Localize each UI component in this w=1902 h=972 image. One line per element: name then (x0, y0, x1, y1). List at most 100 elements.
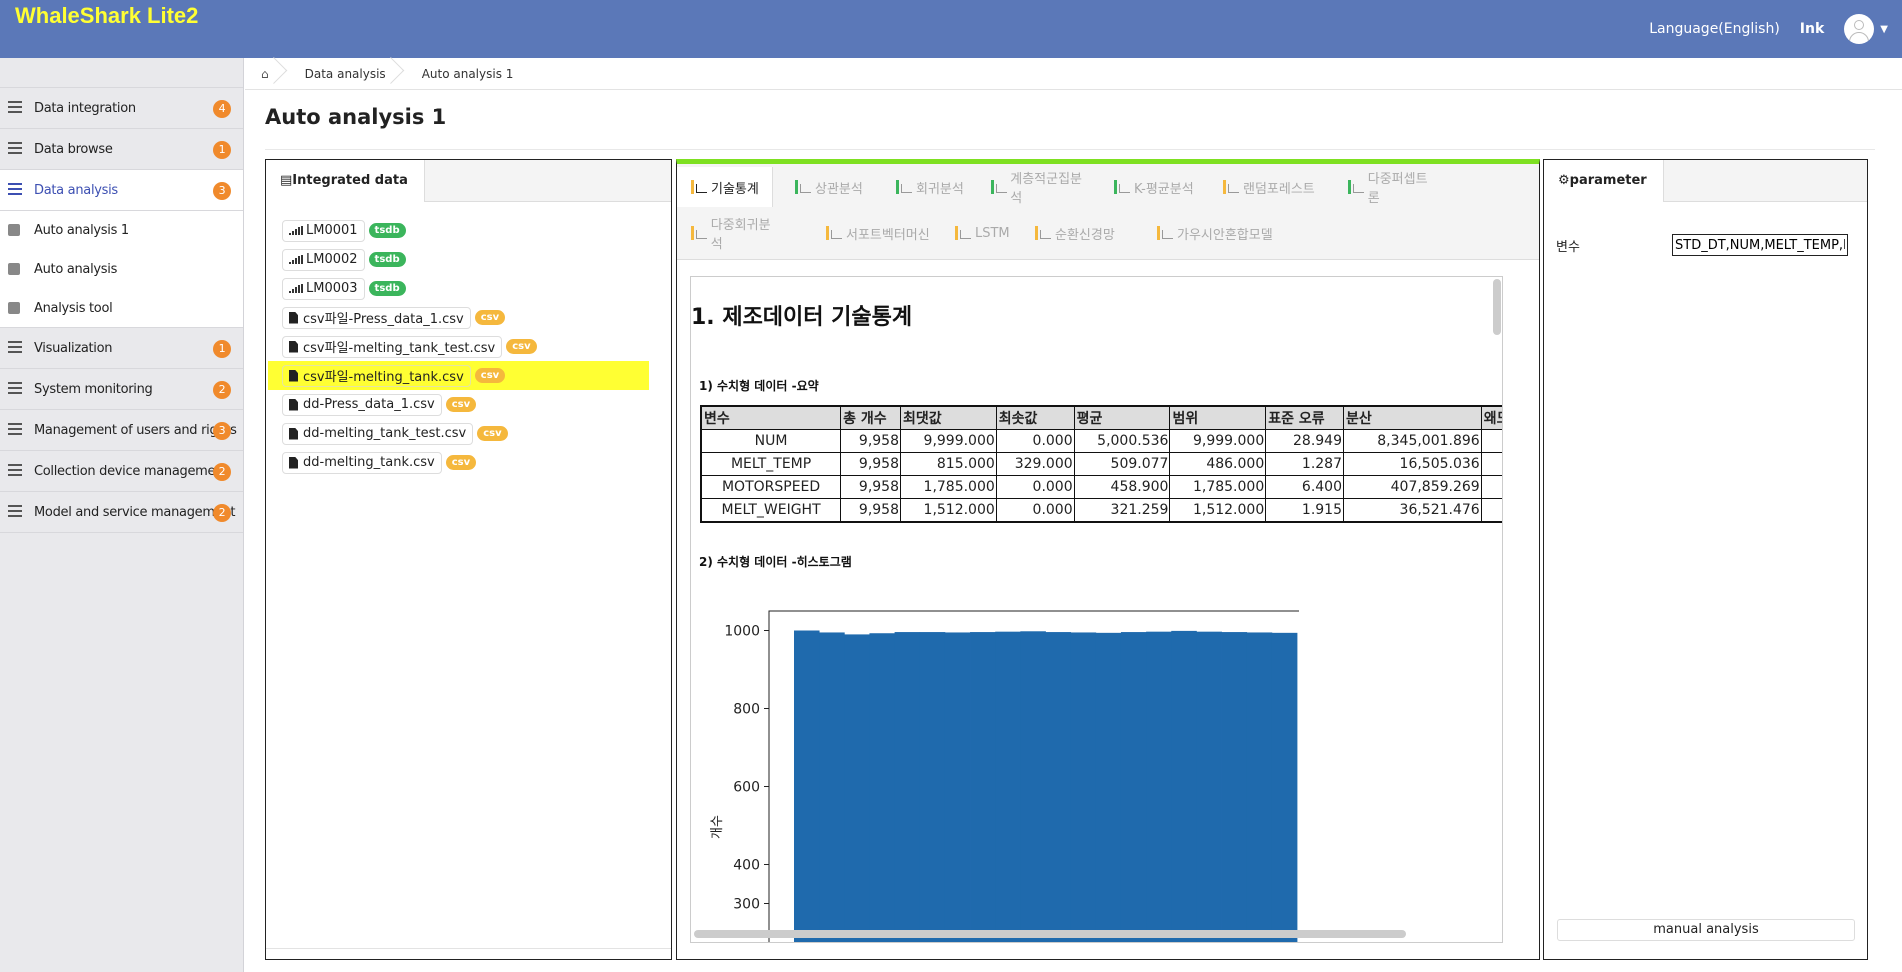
sidebar-item-label: Data integration (34, 100, 136, 116)
file-icon (289, 340, 298, 353)
report-view[interactable]: 1. 제조데이터 기술통계 1) 수치형 데이터 -요약 변수 총 개수 최댓값 최솟… (690, 276, 1503, 943)
sidebar-item-label: Auto analysis 1 (34, 223, 129, 238)
tab-analysis[interactable]: 상관분석 (781, 167, 871, 207)
sidebar-subitem-auto-analysis[interactable]: Auto analysis (0, 250, 243, 289)
histogram-bar (1171, 630, 1197, 942)
histogram-bar (1196, 631, 1222, 942)
y-tick-label: 400 (733, 858, 760, 874)
sidebar-item-visualization[interactable]: Visualization 1 (0, 328, 243, 369)
dataset-item[interactable]: dd-melting_tank_test.csv csv (282, 419, 671, 448)
analysis-panel: 기술통계 상관분석 회귀분석 계층적군집분석 K-평균분석 랜덤포레스트 다중퍼셉트론다중회… (676, 159, 1540, 960)
dataset-name[interactable]: csv파일-melting_tank.csv (282, 364, 471, 387)
sidebar-subitem-analysis-tool[interactable]: Analysis tool (0, 289, 243, 328)
tab-analysis[interactable]: LSTM (941, 213, 1011, 253)
analysis-tabs: 기술통계 상관분석 회귀분석 계층적군집분석 K-평균분석 랜덤포레스트 다중퍼셉트론다중회… (677, 164, 1539, 260)
variable-input[interactable] (1672, 234, 1848, 256)
dataset-item[interactable]: dd-Press_data_1.csv csv (282, 390, 671, 419)
chart-icon (1035, 226, 1051, 240)
sidebar: Data integration 4 Data browse 1 Data an… (0, 58, 244, 972)
page-title: Auto analysis 1 (265, 105, 447, 129)
tab-analysis[interactable]: 계층적군집분석 (977, 167, 1089, 207)
tab-analysis[interactable]: 가우시안혼합모델 (1143, 213, 1283, 253)
dataset-item[interactable]: csv파일-melting_tank_test.csv csv (282, 332, 671, 361)
sidebar-item-system-monitoring[interactable]: System monitoring 2 (0, 369, 243, 410)
chart-icon (826, 226, 842, 240)
table-cell: 1 (1480, 475, 1502, 499)
count-badge: 2 (213, 504, 231, 522)
table-cell: 1,785.000 (900, 475, 997, 499)
histogram-bar (1146, 631, 1172, 942)
home-icon: ⌂ (261, 66, 269, 81)
sidebar-item-label: Visualization (34, 340, 113, 356)
chevron-down-icon[interactable]: ▼ (1880, 24, 1888, 35)
avatar[interactable] (1844, 14, 1875, 44)
dataset-name[interactable]: dd-melting_tank.csv (282, 451, 442, 474)
cube-icon (8, 224, 20, 236)
table-cell: NUM (700, 429, 842, 453)
tab-analysis[interactable]: 회귀분석 (882, 167, 966, 207)
table-cell: 9,958 (840, 452, 901, 476)
table-header: 분산 (1343, 405, 1482, 430)
tab-analysis[interactable]: 랜덤포레스트 (1209, 167, 1321, 207)
sidebar-subitem-auto-analysis-1[interactable]: Auto analysis 1 (0, 211, 243, 250)
language-selector[interactable]: Language(English) (1649, 21, 1780, 37)
user-name[interactable]: Ink (1800, 21, 1825, 37)
table-cell: 815.000 (900, 452, 997, 476)
tab-analysis[interactable]: K-평균분석 (1100, 167, 1200, 207)
table-header: 표준 오류 (1265, 405, 1344, 430)
y-tick-label: 1000 (724, 624, 760, 640)
table-cell: 1,512.000 (900, 498, 997, 522)
y-axis-label: 개수 (710, 815, 725, 839)
tab-integrated-data[interactable]: ▤Integrated data (266, 160, 425, 202)
sidebar-item-model-service[interactable]: Model and service management 2 (0, 492, 243, 533)
dataset-item[interactable]: LM0003 tsdb (282, 274, 671, 303)
table-cell: 321.259 (1073, 498, 1171, 522)
dataset-item[interactable]: LM0002 tsdb (282, 245, 671, 274)
sidebar-item-data-integration[interactable]: Data integration 4 (0, 88, 243, 129)
tab-parameter[interactable]: ⚙parameter (1544, 160, 1664, 202)
dataset-item[interactable]: csv파일-melting_tank.csv csv (268, 361, 649, 390)
tab-analysis[interactable]: 다중회귀분석 (677, 213, 781, 253)
dataset-name[interactable]: LM0001 (282, 219, 365, 242)
tab-analysis[interactable]: 순환신경망 (1021, 213, 1121, 253)
breadcrumb-home[interactable]: ⌂ (245, 58, 289, 90)
dataset-name[interactable]: dd-Press_data_1.csv (282, 393, 442, 416)
table-cell: MELT_WEIGHT (700, 498, 842, 522)
table-icon: ▤ (280, 173, 293, 188)
dataset-name[interactable]: csv파일-Press_data_1.csv (282, 306, 471, 329)
manual-analysis-button[interactable]: manual analysis (1557, 919, 1855, 941)
dataset-list: LM0001 tsdb LM0002 tsdb LM0003 tsdb csv파일-Pres… (266, 202, 671, 477)
table-header: 범위 (1169, 405, 1267, 430)
vertical-scrollbar[interactable] (1493, 279, 1501, 335)
app-title[interactable]: WhaleShark Lite2 (15, 3, 198, 29)
dataset-item[interactable]: LM0001 tsdb (282, 216, 671, 245)
file-icon (289, 427, 298, 440)
tab-analysis[interactable]: 기술통계 (677, 167, 773, 207)
breadcrumb-item: Auto analysis 1 (421, 66, 514, 81)
chart-icon (1348, 180, 1364, 194)
table-header: 변수 (700, 405, 842, 430)
dataset-name[interactable]: csv파일-melting_tank_test.csv (282, 335, 503, 358)
count-badge: 2 (213, 381, 231, 399)
chart-icon (691, 180, 707, 194)
list-icon (8, 341, 22, 353)
chart-icon (896, 180, 912, 194)
dataset-item[interactable]: dd-melting_tank.csv csv (282, 448, 671, 477)
breadcrumb-item[interactable]: Data analysis (289, 58, 406, 90)
sidebar-item-collection-device[interactable]: Collection device management 2 (0, 451, 243, 492)
sidebar-item-data-browse[interactable]: Data browse 1 (0, 129, 243, 170)
dataset-name[interactable]: LM0003 (282, 277, 365, 300)
sidebar-item-users-rights[interactable]: Management of users and rights 3 (0, 410, 243, 451)
count-badge: 2 (213, 463, 231, 481)
count-badge: 3 (213, 182, 231, 200)
horizontal-scrollbar[interactable] (694, 930, 1406, 938)
dataset-item[interactable]: csv파일-Press_data_1.csv csv (282, 303, 671, 332)
sidebar-item-data-analysis[interactable]: Data analysis 3 (0, 170, 243, 211)
tab-analysis[interactable]: 서포트벡터머신 (812, 213, 932, 253)
table-cell: 0.000 (995, 498, 1075, 522)
dataset-name[interactable]: dd-melting_tank_test.csv (282, 422, 474, 445)
dataset-name[interactable]: LM0002 (282, 248, 365, 271)
histogram-bar (995, 631, 1021, 942)
tab-analysis[interactable]: 다중퍼셉트론 (1334, 167, 1438, 207)
table-cell: 9,999.000 (1169, 429, 1267, 453)
